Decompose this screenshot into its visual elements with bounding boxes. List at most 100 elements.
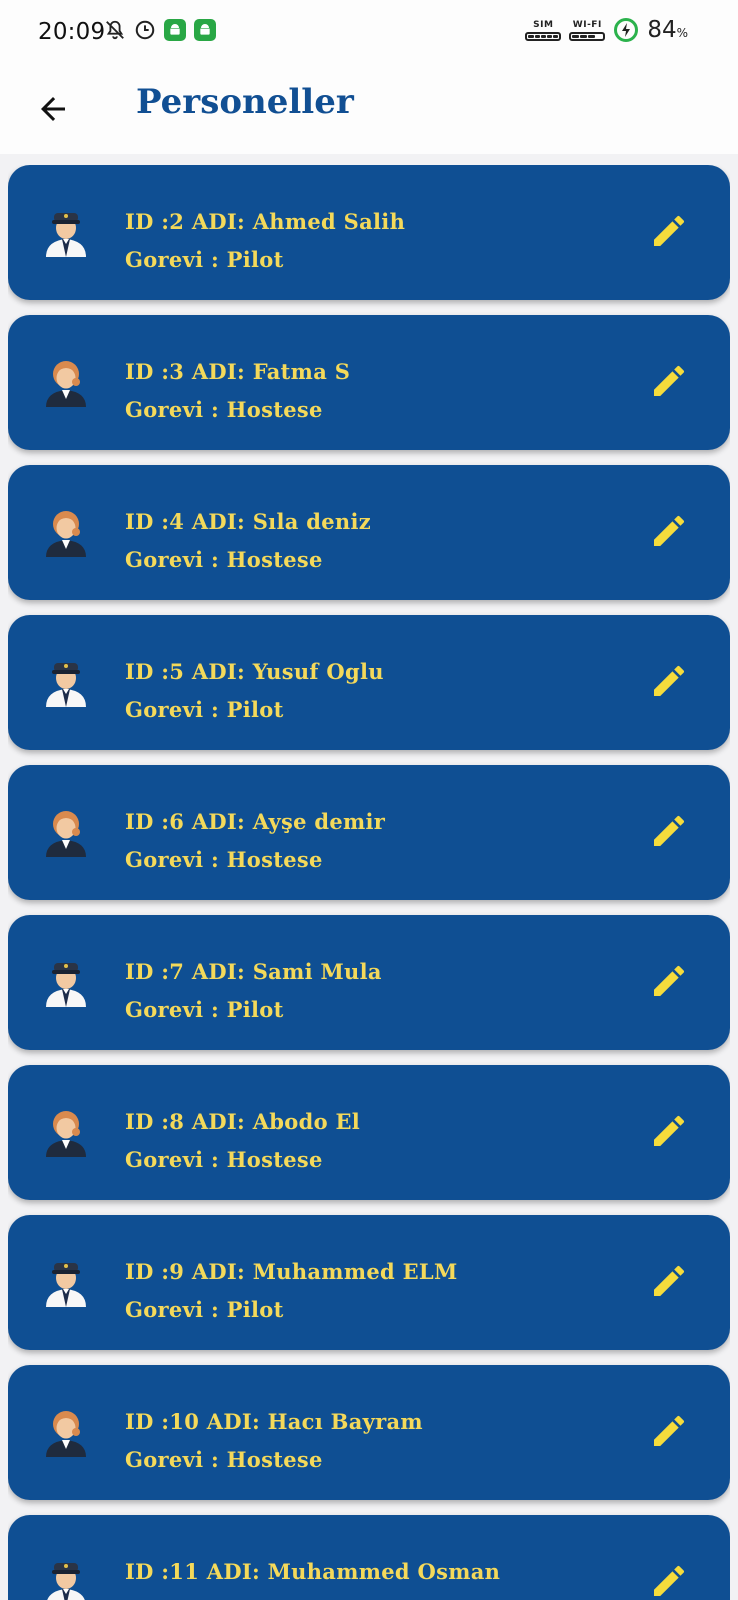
pilot-avatar-icon bbox=[47, 1563, 85, 1600]
pencil-icon bbox=[654, 215, 685, 246]
staff-id-name: ID :8 ADI: Abodo El bbox=[125, 1109, 361, 1134]
staff-avatar bbox=[42, 1555, 90, 1600]
android-icon bbox=[164, 19, 186, 41]
stewardess-avatar-icon bbox=[46, 511, 86, 557]
pencil-icon bbox=[654, 1115, 685, 1146]
staff-id-name: ID :6 ADI: Ayşe demir bbox=[125, 809, 386, 834]
wifi-label: WI-FI bbox=[572, 19, 602, 30]
staff-id-name: ID :5 ADI: Yusuf Oglu bbox=[125, 659, 384, 684]
pilot-avatar-icon bbox=[46, 663, 86, 707]
edit-button[interactable] bbox=[646, 658, 692, 704]
pencil-icon bbox=[654, 815, 685, 846]
staff-card[interactable]: ID :9 ADI: Muhammed ELM Gorevi : Pilot bbox=[8, 1215, 730, 1350]
staff-list[interactable]: ID :2 ADI: Ahmed Salih Gorevi : Pilot ID… bbox=[8, 165, 730, 1600]
sim-signal-icon: SIM bbox=[525, 19, 562, 41]
staff-info: ID :6 ADI: Ayşe demir Gorevi : Hostese bbox=[125, 803, 385, 879]
staff-avatar bbox=[42, 1105, 90, 1157]
staff-info: ID :7 ADI: Sami Mula Gorevi : Pilot bbox=[125, 953, 382, 1029]
staff-info: ID :3 ADI: Fatma S Gorevi : Hostese bbox=[125, 353, 350, 429]
staff-id-name: ID :4 ADI: Sıla deniz bbox=[125, 509, 371, 534]
pencil-icon bbox=[654, 515, 685, 546]
battery-unit: % bbox=[676, 26, 688, 40]
pilot-avatar-icon bbox=[46, 963, 86, 1007]
edit-button[interactable] bbox=[646, 208, 692, 254]
staff-avatar bbox=[42, 955, 90, 1007]
stewardess-avatar-icon bbox=[46, 361, 86, 407]
edit-button[interactable] bbox=[646, 1108, 692, 1154]
staff-card[interactable]: ID :11 ADI: Muhammed Osman bbox=[8, 1515, 730, 1600]
android-icon bbox=[194, 19, 216, 41]
battery-percent: 84% bbox=[647, 17, 688, 43]
edit-button[interactable] bbox=[646, 1408, 692, 1454]
pencil-icon bbox=[654, 1265, 685, 1296]
edit-button[interactable] bbox=[646, 958, 692, 1004]
stewardess-avatar-icon bbox=[46, 1411, 86, 1457]
status-bar: 20:09 SIM WI-FI 84% bbox=[0, 0, 738, 66]
staff-avatar bbox=[42, 1405, 90, 1457]
pilot-avatar-icon bbox=[46, 1263, 86, 1307]
bell-off-icon bbox=[106, 20, 124, 40]
staff-id-name: ID :3 ADI: Fatma S bbox=[125, 359, 351, 384]
staff-info: ID :5 ADI: Yusuf Oglu Gorevi : Pilot bbox=[125, 653, 384, 729]
staff-card[interactable]: ID :5 ADI: Yusuf Oglu Gorevi : Pilot bbox=[8, 615, 730, 750]
staff-info: ID :8 ADI: Abodo El Gorevi : Hostese bbox=[125, 1103, 360, 1179]
staff-id-name: ID :7 ADI: Sami Mula bbox=[125, 959, 382, 984]
staff-info: ID :11 ADI: Muhammed Osman bbox=[125, 1553, 500, 1591]
edit-button[interactable] bbox=[646, 1558, 692, 1600]
pencil-icon bbox=[654, 365, 685, 396]
staff-avatar bbox=[42, 805, 90, 857]
staff-id-name: ID :9 ADI: Muhammed ELM bbox=[125, 1259, 458, 1284]
notification-icons bbox=[104, 19, 216, 41]
edit-button[interactable] bbox=[646, 808, 692, 854]
alarm-icon bbox=[135, 20, 155, 40]
staff-info: ID :10 ADI: Hacı Bayram Gorevi : Hostese bbox=[125, 1403, 423, 1479]
staff-info: ID :9 ADI: Muhammed ELM Gorevi : Pilot bbox=[125, 1253, 458, 1329]
status-time: 20:09 bbox=[38, 19, 106, 45]
battery-charging-icon bbox=[614, 18, 639, 42]
staff-card[interactable]: ID :6 ADI: Ayşe demir Gorevi : Hostese bbox=[8, 765, 730, 900]
staff-card[interactable]: ID :8 ADI: Abodo El Gorevi : Hostese bbox=[8, 1065, 730, 1200]
staff-card[interactable]: ID :3 ADI: Fatma S Gorevi : Hostese bbox=[8, 315, 730, 450]
staff-avatar bbox=[42, 505, 90, 557]
staff-role: Gorevi : Hostese bbox=[125, 847, 323, 872]
staff-avatar bbox=[42, 655, 90, 707]
staff-card[interactable]: ID :2 ADI: Ahmed Salih Gorevi : Pilot bbox=[8, 165, 730, 300]
staff-role: Gorevi : Pilot bbox=[125, 997, 284, 1022]
edit-button[interactable] bbox=[646, 508, 692, 554]
edit-button[interactable] bbox=[646, 1258, 692, 1304]
staff-info: ID :4 ADI: Sıla deniz Gorevi : Hostese bbox=[125, 503, 371, 579]
staff-role: Gorevi : Hostese bbox=[125, 547, 323, 572]
staff-card[interactable]: ID :4 ADI: Sıla deniz Gorevi : Hostese bbox=[8, 465, 730, 600]
arrow-left-icon bbox=[41, 97, 65, 121]
pencil-icon bbox=[654, 1415, 685, 1446]
page-title: Personeller bbox=[136, 82, 354, 122]
staff-avatar bbox=[42, 205, 90, 257]
battery-value: 84 bbox=[647, 17, 677, 43]
staff-role: Gorevi : Hostese bbox=[125, 1447, 323, 1472]
staff-role: Gorevi : Pilot bbox=[125, 247, 284, 272]
back-button[interactable] bbox=[30, 86, 76, 132]
staff-id-name: ID :10 ADI: Hacı Bayram bbox=[125, 1409, 423, 1434]
pencil-icon bbox=[654, 1565, 685, 1596]
staff-id-name: ID :11 ADI: Muhammed Osman bbox=[125, 1559, 501, 1584]
app-bar: Personeller bbox=[0, 66, 738, 154]
staff-avatar bbox=[42, 355, 90, 407]
pilot-avatar-icon bbox=[46, 213, 86, 257]
system-icons: SIM WI-FI 84% bbox=[525, 17, 688, 43]
staff-id-name: ID :2 ADI: Ahmed Salih bbox=[125, 209, 406, 234]
staff-role: Gorevi : Pilot bbox=[125, 1297, 284, 1322]
staff-role: Gorevi : Hostese bbox=[125, 1147, 323, 1172]
wifi-signal-icon: WI-FI bbox=[569, 19, 606, 41]
sim-label: SIM bbox=[533, 19, 554, 30]
staff-info: ID :2 ADI: Ahmed Salih Gorevi : Pilot bbox=[125, 203, 405, 279]
staff-card[interactable]: ID :10 ADI: Hacı Bayram Gorevi : Hostese bbox=[8, 1365, 730, 1500]
pencil-icon bbox=[654, 965, 685, 996]
stewardess-avatar-icon bbox=[46, 1111, 86, 1157]
staff-avatar bbox=[42, 1255, 90, 1307]
staff-role: Gorevi : Hostese bbox=[125, 397, 323, 422]
pencil-icon bbox=[654, 665, 685, 696]
staff-role: Gorevi : Pilot bbox=[125, 697, 284, 722]
edit-button[interactable] bbox=[646, 358, 692, 404]
stewardess-avatar-icon bbox=[46, 811, 86, 857]
staff-card[interactable]: ID :7 ADI: Sami Mula Gorevi : Pilot bbox=[8, 915, 730, 1050]
